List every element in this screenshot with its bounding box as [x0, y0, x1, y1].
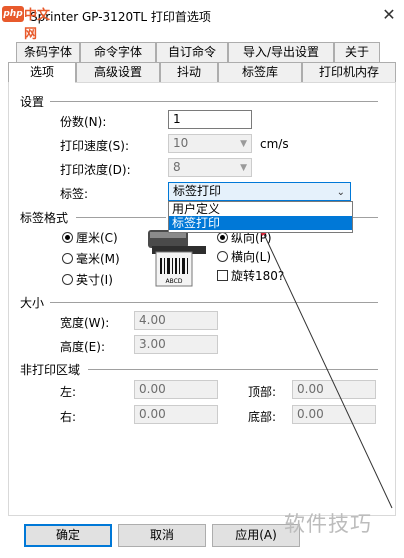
ok-button[interactable]: 确定 [24, 524, 112, 547]
cancel-button[interactable]: 取消 [118, 524, 206, 547]
option-label-print[interactable]: 标签打印 [169, 216, 352, 230]
option-user-defined[interactable]: 用户定义 [169, 202, 352, 216]
watermark-text: 软件技巧 [284, 512, 372, 536]
annotation-arrow-icon [258, 224, 393, 509]
tab-options[interactable]: 选项 [8, 62, 76, 83]
label-type-dropdown: 用户定义 标签打印 [168, 201, 353, 233]
